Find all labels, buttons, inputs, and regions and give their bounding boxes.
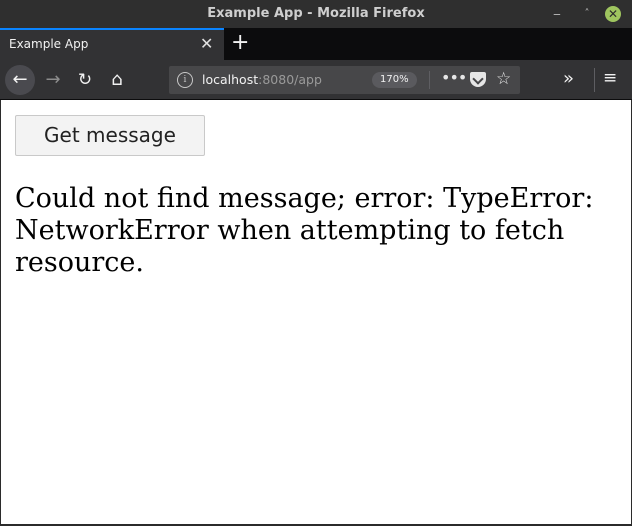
url-text[interactable]: localhost:8080/app <box>202 72 322 87</box>
url-bar[interactable]: i localhost:8080/app 170% ••• ☆ <box>169 66 520 94</box>
minimize-button[interactable]: ‒ <box>548 5 566 23</box>
page-content: Get message Could not find message; erro… <box>0 100 632 524</box>
window-titlebar: Example App - Mozilla Firefox ‒ ˄ ✕ <box>0 0 632 28</box>
close-window-button[interactable]: ✕ <box>604 5 622 23</box>
home-button[interactable]: ⌂ <box>103 66 131 94</box>
page-actions-icon[interactable]: ••• <box>441 68 467 87</box>
reload-button[interactable]: ↻ <box>71 66 99 94</box>
new-tab-button[interactable]: + <box>231 29 249 57</box>
close-icon: ✕ <box>605 6 621 22</box>
get-message-button[interactable]: Get message <box>15 115 205 156</box>
url-divider <box>429 71 430 89</box>
window-title: Example App - Mozilla Firefox <box>207 6 425 21</box>
bookmark-star-icon[interactable]: ☆ <box>496 69 511 89</box>
tab-label: Example App <box>9 37 89 51</box>
url-host: localhost <box>202 72 259 87</box>
back-button[interactable]: ← <box>5 65 35 95</box>
overflow-menu-icon[interactable]: » <box>563 68 574 89</box>
site-info-icon[interactable]: i <box>177 72 193 88</box>
zoom-indicator[interactable]: 170% <box>372 72 417 88</box>
toolbar-divider <box>594 68 595 92</box>
navigation-toolbar: ← → ↻ ⌂ i localhost:8080/app 170% ••• ☆ … <box>0 60 632 100</box>
tab-example-app[interactable]: Example App ✕ <box>0 28 224 60</box>
error-message: Could not find message; error: TypeError… <box>15 183 594 278</box>
pocket-icon[interactable] <box>470 72 486 87</box>
tab-close-icon[interactable]: ✕ <box>200 34 213 53</box>
tab-strip: Example App ✕ + <box>0 28 632 60</box>
hamburger-menu-icon[interactable]: ≡ <box>603 68 617 88</box>
url-path: :8080/app <box>258 72 322 87</box>
maximize-button[interactable]: ˄ <box>578 5 596 23</box>
forward-button[interactable]: → <box>39 66 67 94</box>
